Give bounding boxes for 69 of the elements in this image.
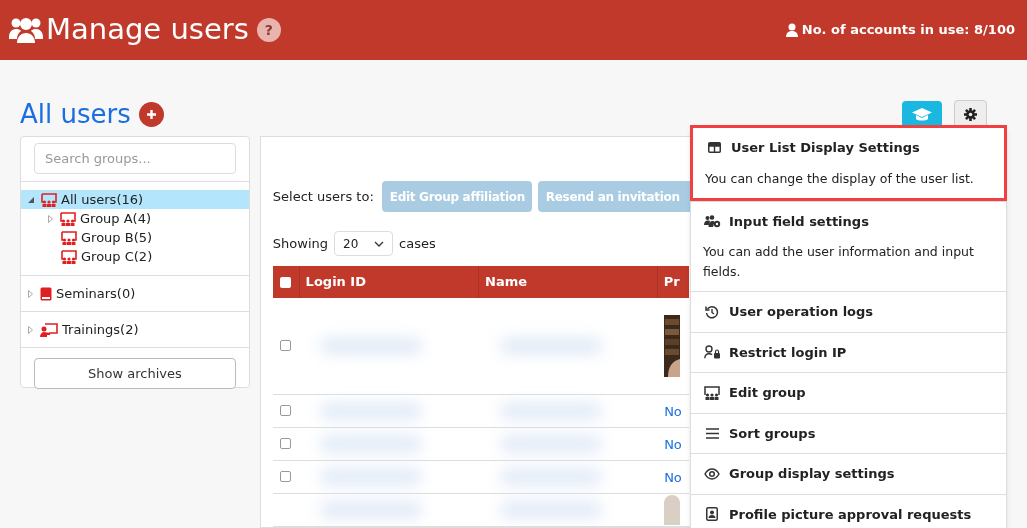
row-checkbox[interactable] bbox=[280, 438, 292, 449]
menu-item[interactable]: User List Display Settings You can change the display of the user list. bbox=[690, 125, 1007, 201]
menu-item[interactable]: Restrict login IP bbox=[691, 331, 1006, 372]
portrait-icon bbox=[706, 507, 718, 522]
account-count: No. of accounts in use: 8/100 bbox=[801, 21, 1015, 40]
menu-item-title: User List Display Settings bbox=[731, 139, 920, 157]
menu-item-title: Input field settings bbox=[729, 212, 869, 231]
menu-item[interactable]: Input field settings You can add the user information and input fields. bbox=[691, 200, 1006, 291]
search-field[interactable]: Search groups... bbox=[34, 143, 236, 174]
row-checkbox[interactable] bbox=[280, 471, 292, 482]
menu-item-title: Edit group bbox=[729, 384, 806, 402]
menu-item-title: Group display settings bbox=[729, 465, 895, 483]
menu-item[interactable]: Group display settings bbox=[691, 453, 1006, 494]
column-header[interactable]: Pr bbox=[657, 266, 689, 298]
showing-label: Showing bbox=[272, 234, 329, 253]
table-icon bbox=[707, 142, 721, 154]
group-icon bbox=[61, 230, 77, 245]
column-header[interactable]: Login ID bbox=[299, 266, 479, 298]
settings-icon bbox=[964, 108, 977, 121]
menu-item[interactable]: Profile picture approval requests bbox=[691, 493, 1006, 528]
collapsed-caret-icon[interactable] bbox=[28, 325, 33, 334]
column-header[interactable]: Name bbox=[478, 266, 658, 298]
tree-item-label[interactable]: Group A(4) bbox=[80, 208, 152, 229]
menu-icon bbox=[705, 427, 719, 439]
user-icon bbox=[785, 23, 798, 37]
show-archives-button[interactable]: Show archives bbox=[34, 358, 236, 389]
menu-item[interactable]: Sort groups bbox=[691, 412, 1006, 453]
select-all-checkbox[interactable] bbox=[280, 276, 292, 288]
group-icon bbox=[704, 385, 720, 400]
presenter-icon bbox=[40, 322, 58, 337]
graduation-cap-icon bbox=[912, 106, 932, 123]
group-icon bbox=[61, 249, 77, 264]
group-icon bbox=[60, 211, 76, 226]
link-text[interactable]: No bbox=[664, 469, 682, 485]
tree-item-label[interactable]: Group C(2) bbox=[81, 246, 153, 267]
group-icon bbox=[41, 192, 57, 207]
menu-item-description: You can add the user information and input fields. bbox=[703, 243, 975, 281]
link-text[interactable]: No bbox=[664, 403, 682, 419]
chevron-down-icon bbox=[374, 240, 385, 247]
expanded-caret-icon[interactable] bbox=[28, 196, 34, 203]
menu-item-title: User operation logs bbox=[729, 303, 874, 321]
users-icon bbox=[8, 15, 44, 45]
row-checkbox[interactable] bbox=[280, 405, 292, 416]
row-checkbox[interactable] bbox=[280, 340, 292, 352]
link-text[interactable]: No bbox=[664, 436, 682, 452]
users-gear-icon bbox=[703, 214, 721, 228]
help-button[interactable]: ? bbox=[256, 18, 281, 42]
cases-label: cases bbox=[399, 234, 436, 253]
tree-item-label[interactable]: Group B(5) bbox=[81, 227, 153, 248]
plus-icon bbox=[145, 109, 157, 120]
tree-item-label[interactable]: Trainings(2) bbox=[62, 319, 139, 340]
page-header-title: Manage users bbox=[46, 11, 249, 49]
menu-item-title: Restrict login IP bbox=[729, 343, 847, 362]
page-size-select[interactable]: 20 bbox=[334, 231, 394, 256]
menu-item-title: Sort groups bbox=[729, 424, 816, 443]
add-button[interactable] bbox=[138, 102, 164, 127]
collapsed-caret-icon[interactable] bbox=[48, 214, 53, 223]
tree-item-label[interactable]: Seminars(0) bbox=[56, 283, 136, 304]
menu-item[interactable]: Edit group bbox=[691, 372, 1006, 413]
book-icon bbox=[40, 286, 52, 301]
menu-item-description: You can change the display of the user list. bbox=[705, 169, 975, 188]
toolbar-label: Select users to: bbox=[272, 187, 374, 206]
user-lock-icon bbox=[703, 345, 721, 360]
eye-icon bbox=[704, 467, 720, 480]
history-icon bbox=[705, 304, 719, 319]
menu-item[interactable]: User operation logs bbox=[691, 291, 1006, 332]
section-title: All users bbox=[20, 98, 131, 131]
collapsed-caret-icon[interactable] bbox=[28, 289, 33, 298]
menu-item-title: Profile picture approval requests bbox=[729, 505, 972, 524]
